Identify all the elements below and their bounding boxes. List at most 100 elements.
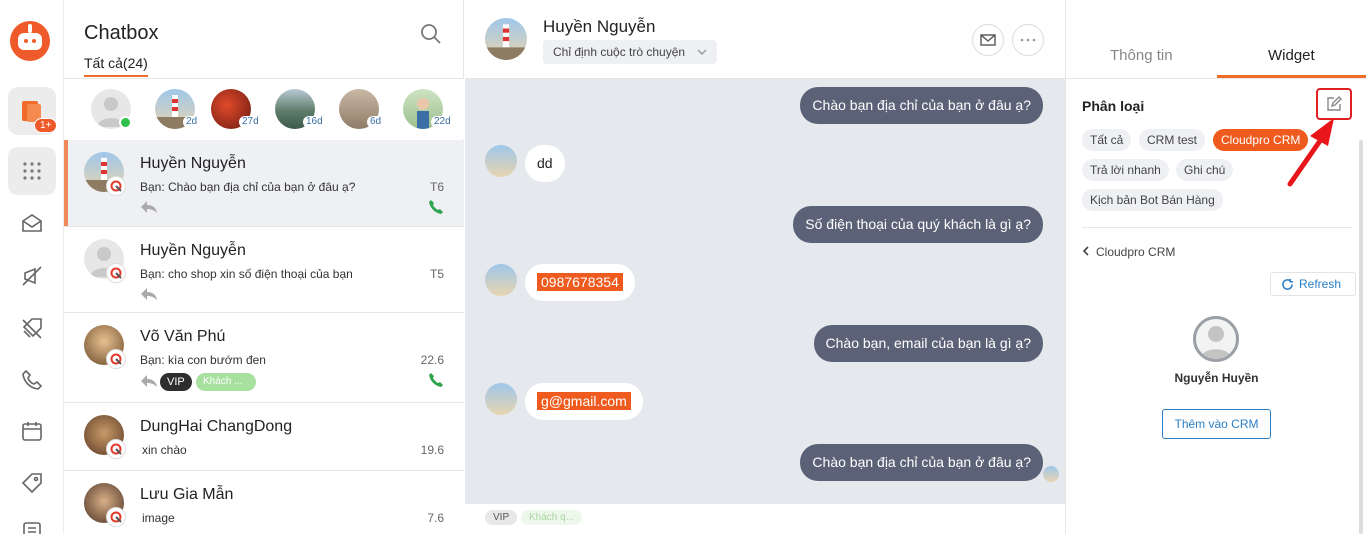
seen-avatar: [1043, 466, 1059, 482]
recent-contacts-strip: 2d 27d 16d 6d 22d: [64, 79, 464, 139]
message-outgoing: Chào bạn địa chỉ của bạn ở đâu ạ?: [800, 444, 1043, 481]
sender-avatar: [485, 264, 517, 296]
message-time: 19.6: [420, 443, 444, 457]
panel-title: Chatbox: [84, 22, 159, 44]
footer-tag-vip[interactable]: VIP: [485, 510, 518, 525]
more-icon: [1020, 38, 1036, 42]
rail-chatbox-button[interactable]: 1+: [8, 87, 58, 135]
conversation-item[interactable]: Lưu Gia Mẫn image 7.6: [64, 471, 464, 534]
story-avatar[interactable]: 22d: [403, 89, 454, 133]
source-icon: [106, 176, 126, 196]
section-title: Phân loại: [1082, 98, 1145, 114]
conversation-item[interactable]: DungHai ChangDong xin chào 19.6: [64, 403, 464, 471]
story-avatar[interactable]: [91, 89, 141, 133]
conversation-item[interactable]: Huyền Nguyễn Bạn: cho shop xin số điện t…: [64, 227, 464, 313]
category-chip-quick-reply[interactable]: Trả lời nhanh: [1082, 159, 1169, 181]
tag-vip[interactable]: VIP: [160, 373, 192, 391]
pointer-arrow-icon: [1287, 118, 1334, 187]
phone-icon[interactable]: [20, 368, 44, 392]
contact-name: Huyền Nguyễn: [140, 155, 246, 172]
reply-icon: [141, 375, 157, 387]
story-avatar[interactable]: 27d: [211, 89, 262, 133]
highlighted-email[interactable]: g@gmail.com: [537, 392, 631, 410]
message-outgoing: Số điện thoại của quý khách là gì ạ?: [793, 206, 1043, 243]
contact-name: Huyền Nguyễn: [140, 242, 246, 259]
chat-footer: VIP Khách q...: [465, 504, 1065, 534]
sender-avatar: [485, 383, 517, 415]
sender-avatar: [485, 145, 517, 177]
conversation-item[interactable]: Võ Văn Phú Bạn: kìa con bướm đen 22.6 VI…: [64, 313, 464, 403]
add-to-crm-button[interactable]: Thêm vào CRM: [1162, 409, 1271, 439]
source-icon: [106, 349, 126, 369]
last-message: Bạn: Chào bạn địa chỉ của bạn ở đâu ạ?: [140, 180, 356, 194]
search-icon[interactable]: [419, 22, 443, 46]
rail-apps-button[interactable]: [8, 147, 56, 195]
more-options-button[interactable]: [1012, 24, 1044, 56]
price-tag-icon[interactable]: [20, 471, 44, 495]
category-chip-bot-script[interactable]: Kịch bản Bot Bán Hàng: [1082, 189, 1223, 211]
category-chip-cloudpro[interactable]: Cloudpro CRM: [1213, 129, 1309, 151]
story-avatar[interactable]: 6d: [339, 89, 389, 133]
story-avatar[interactable]: 2d: [155, 89, 205, 133]
refresh-icon: [1282, 278, 1294, 290]
customer-avatar: [1193, 316, 1239, 362]
app-window: 1+ Chatbox Tất cả(24) 2d 27d 16d 6d 22d …: [0, 0, 1366, 534]
message-incoming: dd: [525, 145, 565, 182]
contact-name: Võ Văn Phú: [140, 328, 226, 345]
assign-conversation-dropdown[interactable]: Chỉ định cuộc trò chuyện: [543, 40, 717, 64]
reply-icon: [141, 288, 157, 300]
chevron-left-icon: [1082, 246, 1089, 256]
chat-header: Huyền Nguyễn Chỉ định cuộc trò chuyện: [465, 0, 1065, 79]
highlighted-phone[interactable]: 0987678354: [537, 273, 623, 291]
refresh-button[interactable]: Refresh: [1270, 272, 1356, 296]
last-message: Bạn: kìa con bướm đen: [140, 353, 266, 367]
scrollbar[interactable]: [1359, 140, 1363, 534]
tab-info[interactable]: Thông tin: [1110, 47, 1173, 64]
footer-tag-customer[interactable]: Khách q...: [521, 510, 583, 525]
chat-panel: Huyền Nguyễn Chỉ định cuộc trò chuyện Ch…: [465, 0, 1065, 534]
edit-icon: [1327, 96, 1342, 111]
last-message: Bạn: cho shop xin số điện thoại của bạn: [140, 267, 353, 281]
message-incoming: g@gmail.com: [525, 383, 643, 420]
info-panel: Thông tin Widget Phân loại Tất cả CRM te…: [1065, 0, 1366, 534]
message-time: T5: [429, 267, 444, 281]
phone-call-icon[interactable]: [428, 372, 444, 388]
back-link[interactable]: Cloudpro CRM: [1082, 245, 1175, 259]
last-message: image: [142, 511, 175, 525]
customer-name: Nguyễn Huyền: [1174, 371, 1259, 385]
message-time: 22.6: [420, 353, 444, 367]
tags-icon[interactable]: [20, 316, 44, 340]
contact-name: DungHai ChangDong: [140, 418, 293, 435]
story-avatar[interactable]: 16d: [275, 89, 326, 133]
grid-icon: [23, 162, 41, 180]
phone-call-icon[interactable]: [428, 199, 444, 215]
tab-all[interactable]: Tất cả(24): [84, 55, 148, 71]
mail-open-icon[interactable]: [20, 211, 44, 235]
tab-widget[interactable]: Widget: [1268, 47, 1315, 64]
category-chip-all[interactable]: Tất cả: [1082, 129, 1132, 151]
assign-label: Chỉ định cuộc trò chuyện: [553, 45, 686, 59]
story-age: 2d: [183, 116, 201, 128]
story-age: 27d: [239, 116, 262, 128]
email-button[interactable]: [972, 24, 1004, 56]
story-age: 16d: [303, 116, 326, 128]
message-time: T6: [429, 180, 444, 194]
category-chip-crm-test[interactable]: CRM test: [1139, 129, 1206, 151]
message-outgoing: Chào bạn địa chỉ của bạn ở đâu ạ?: [800, 87, 1043, 124]
document-icon[interactable]: [20, 520, 44, 534]
back-label: Cloudpro CRM: [1096, 245, 1176, 259]
calendar-icon[interactable]: [20, 419, 44, 443]
message-outgoing: Chào bạn, email của bạn là gì ạ?: [813, 325, 1043, 362]
rail-badge: 1+: [34, 118, 58, 133]
chat-contact-name: Huyền Nguyễn: [543, 17, 656, 36]
tag-customer[interactable]: Khách ...: [196, 373, 256, 391]
megaphone-off-icon[interactable]: [20, 264, 44, 288]
contact-name: Lưu Gia Mẫn: [140, 486, 234, 503]
story-age: 22d: [431, 116, 454, 128]
message-incoming: 0987678354: [525, 264, 635, 301]
app-logo: [10, 21, 50, 61]
refresh-label: Refresh: [1299, 277, 1342, 291]
avatar: [485, 18, 527, 60]
category-chip-notes[interactable]: Ghi chú: [1176, 159, 1234, 181]
conversation-item[interactable]: Huyền Nguyễn Bạn: Chào bạn địa chỉ của b…: [64, 140, 464, 227]
